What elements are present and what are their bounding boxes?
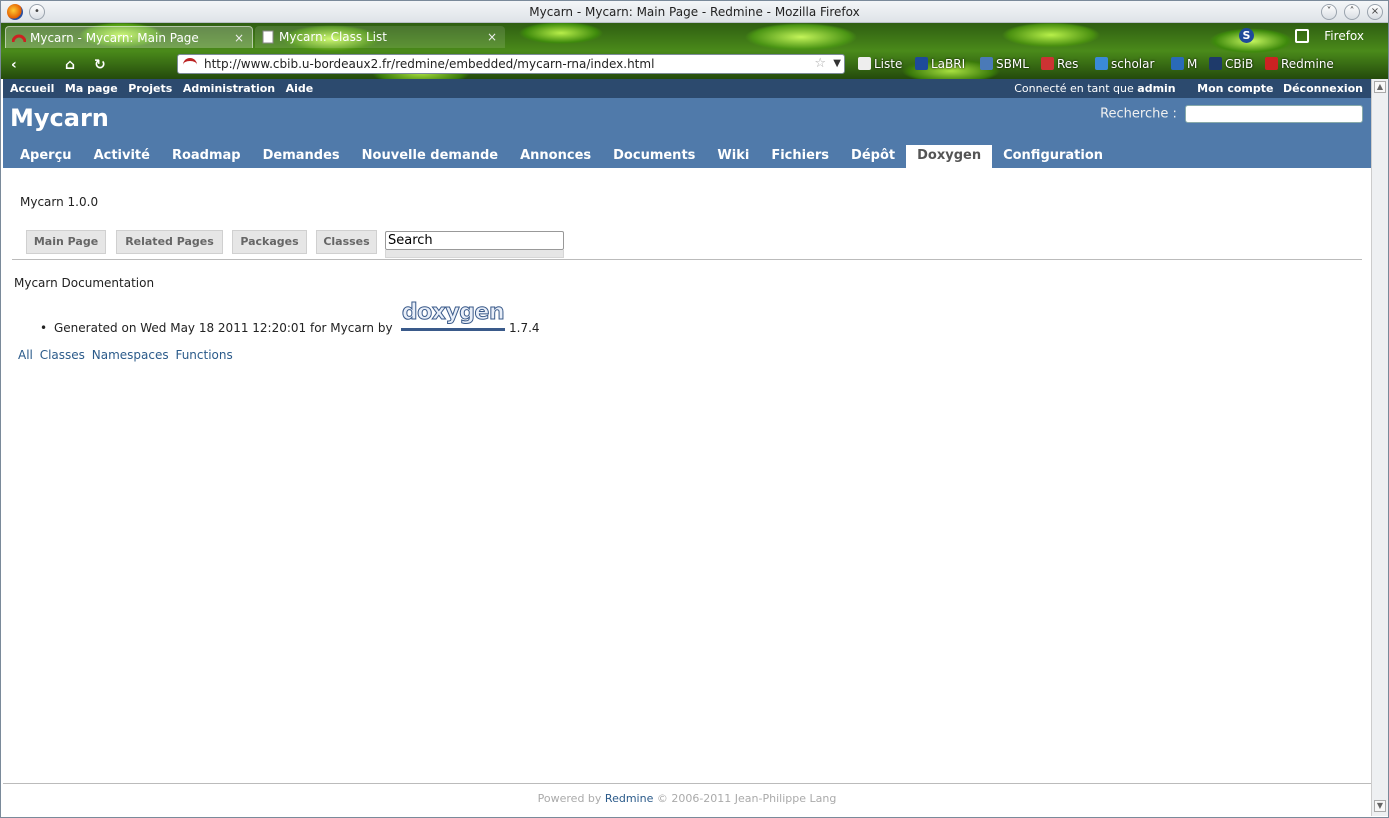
res-icon [1041, 57, 1054, 70]
link-functions[interactable]: Functions [175, 348, 232, 362]
tab-news[interactable]: Annonces [509, 145, 602, 168]
doxygen-logo[interactable]: doxygen [401, 300, 505, 331]
tab-label: Mycarn - Mycarn: Main Page [30, 31, 199, 45]
my-account-link[interactable]: Mon compte [1197, 82, 1273, 95]
redmine-link[interactable]: Redmine [605, 792, 653, 805]
bookmark-redmine[interactable]: Redmine [1265, 57, 1334, 71]
project-title: Mycarn [10, 104, 109, 132]
doc-title: Mycarn Documentation [14, 276, 155, 290]
web-page: Accueil Ma page Projets Administration A… [3, 79, 1371, 816]
tab-related-pages[interactable]: Related Pages [116, 230, 223, 254]
bookmark-labri[interactable]: LaBRI [915, 57, 965, 71]
search-label: Recherche : [1100, 106, 1177, 122]
reload-icon[interactable]: ↻ [94, 57, 106, 73]
maximize-button[interactable]: ˄ [1344, 4, 1360, 20]
tab-files[interactable]: Fichiers [760, 145, 840, 168]
browser-chrome: Mycarn - Mycarn: Main Page × Mycarn: Cla… [1, 23, 1388, 79]
redmine-icon [12, 34, 26, 43]
firefox-menu-icon[interactable] [1295, 29, 1309, 43]
footer-copyright: © 2006-2011 Jean-Philippe Lang [656, 792, 837, 805]
tab-main-page[interactable]: Mycarn - Mycarn: Main Page × [5, 26, 253, 48]
tab-wiki[interactable]: Wiki [706, 145, 760, 168]
url-text: http://www.cbib.u-bordeaux2.fr/redmine/e… [204, 57, 655, 71]
top-menu: Accueil Ma page Projets Administration A… [3, 79, 1371, 98]
footer-prefix: Powered by [537, 792, 602, 805]
bookmark-cbib[interactable]: CBiB [1209, 57, 1253, 71]
top-menu-projects[interactable]: Projets [128, 82, 172, 95]
scroll-up-icon[interactable]: ▲ [1374, 81, 1386, 93]
title-bar: • Mycarn - Mycarn: Main Page - Redmine -… [1, 1, 1388, 23]
main-menu: Aperçu Activité Roadmap Demandes Nouvelle de… [9, 145, 1114, 168]
browser-window: • Mycarn - Mycarn: Main Page - Redmine -… [0, 0, 1389, 818]
page-icon [858, 57, 871, 70]
search-input[interactable] [1185, 105, 1363, 123]
bookmark-star-icon[interactable]: ☆ [814, 55, 826, 73]
scroll-down-icon[interactable]: ▼ [1374, 800, 1386, 812]
top-menu-my-page[interactable]: Ma page [65, 82, 118, 95]
google-icon [1095, 57, 1108, 70]
logout-link[interactable]: Déconnexion [1283, 82, 1363, 95]
firefox-menu-label[interactable]: Firefox [1324, 29, 1364, 43]
minimize-button[interactable]: ˅ [1321, 4, 1337, 20]
tab-doxygen[interactable]: Doxygen [906, 145, 993, 168]
top-menu-administration[interactable]: Administration [183, 82, 275, 95]
doxygen-search-input[interactable]: Search [385, 231, 564, 250]
home-icon[interactable]: ⌂ [65, 57, 75, 73]
close-tab-icon[interactable]: × [487, 26, 497, 48]
cbib-icon [1209, 57, 1222, 70]
window-title: Mycarn - Mycarn: Main Page - Redmine - M… [529, 5, 860, 19]
bookmark-scholar[interactable]: scholar [1095, 57, 1154, 71]
link-classes[interactable]: Classes [40, 348, 85, 362]
search-decoration [385, 250, 564, 258]
tab-issues[interactable]: Demandes [252, 145, 351, 168]
redmine-icon [1265, 57, 1278, 70]
tab-repository[interactable]: Dépôt [840, 145, 906, 168]
url-bar[interactable]: http://www.cbib.u-bordeaux2.fr/redmine/e… [177, 54, 845, 74]
project-number: Mycarn 1.0.0 [20, 195, 99, 209]
tab-settings[interactable]: Configuration [992, 145, 1114, 168]
project-header: Mycarn Recherche : Aperçu Activité Roadmap… [3, 98, 1371, 168]
link-namespaces[interactable]: Namespaces [92, 348, 169, 362]
logged-as: Connecté en tant que admin [1014, 82, 1176, 95]
bookmark-sbml[interactable]: SBML [980, 57, 1029, 71]
tab-documents[interactable]: Documents [602, 145, 706, 168]
quick-search: Recherche : [1100, 105, 1363, 123]
top-menu-home[interactable]: Accueil [10, 82, 54, 95]
index-links: All Classes Namespaces Functions [18, 348, 236, 362]
back-icon[interactable]: ‹ [11, 57, 17, 73]
tab-classes[interactable]: Classes [316, 230, 377, 254]
tab-activity[interactable]: Activité [83, 145, 161, 168]
content: Mycarn 1.0.0 Main Page Related Pages Pac… [3, 168, 1371, 783]
tab-main-page-doc[interactable]: Main Page [26, 230, 106, 254]
bookmark-liste[interactable]: Liste [858, 57, 902, 71]
site-icon [183, 58, 197, 70]
vertical-scrollbar[interactable]: ▲ ▼ [1371, 79, 1388, 816]
link-all[interactable]: All [18, 348, 33, 362]
tab-label: Mycarn: Class List [279, 30, 387, 44]
sbml-icon [980, 57, 993, 70]
url-dropdown-icon[interactable]: ▼ [833, 55, 841, 73]
bullet-icon: • [40, 321, 48, 335]
tab-roadmap[interactable]: Roadmap [161, 145, 252, 168]
divider [12, 259, 1362, 260]
page-icon [262, 30, 274, 44]
close-window-button[interactable]: × [1367, 4, 1383, 20]
close-tab-icon[interactable]: × [234, 27, 244, 48]
doxygen-version: 1.7.4 [509, 321, 540, 335]
bookmark-res[interactable]: Res [1041, 57, 1078, 71]
labri-icon [915, 57, 928, 70]
sync-icon[interactable]: S [1239, 28, 1254, 43]
tab-new-issue[interactable]: Nouvelle demande [351, 145, 509, 168]
generated-text: Generated on Wed May 18 2011 12:20:01 fo… [54, 321, 393, 335]
bookmark-m[interactable]: M [1171, 57, 1197, 71]
top-menu-help[interactable]: Aide [286, 82, 314, 95]
m-icon [1171, 57, 1184, 70]
tab-overview[interactable]: Aperçu [9, 145, 83, 168]
footer: Powered by Redmine © 2006-2011 Jean-Phil… [3, 783, 1371, 816]
tab-class-list[interactable]: Mycarn: Class List × [255, 26, 505, 48]
tab-packages[interactable]: Packages [232, 230, 307, 254]
logged-user[interactable]: admin [1137, 82, 1175, 95]
